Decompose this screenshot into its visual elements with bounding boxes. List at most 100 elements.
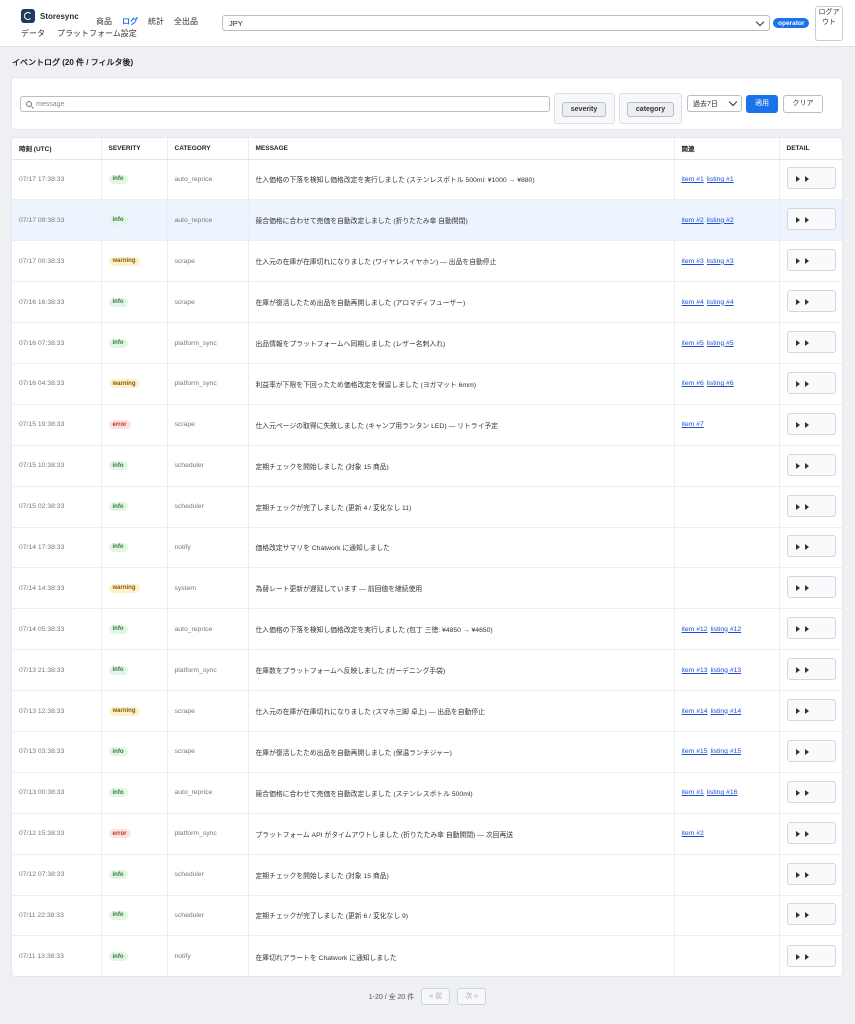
table-row: 07/11 22:38:33 info scheduler 定期チェックが完了しました… bbox=[12, 894, 842, 936]
clear-button[interactable]: クリア bbox=[783, 95, 823, 113]
cell-severity: info bbox=[101, 485, 168, 528]
table-row: 07/12 07:38:33 info scheduler 定期チェックを開始しました… bbox=[12, 853, 842, 896]
item-link[interactable]: item #3 bbox=[682, 258, 704, 265]
detail-toggle-button[interactable] bbox=[786, 862, 836, 885]
play-icon bbox=[804, 421, 809, 428]
listing-link[interactable]: listing #5 bbox=[707, 340, 734, 347]
listing-link[interactable]: listing #3 bbox=[707, 258, 734, 265]
nav-item-stats[interactable]: 統計 bbox=[148, 16, 164, 27]
nav-item-logs[interactable]: ログ bbox=[122, 16, 138, 27]
cell-category: auto_reprice bbox=[167, 199, 249, 241]
column-header-time[interactable]: 時刻 (UTC) bbox=[12, 138, 102, 160]
detail-toggle-button[interactable] bbox=[786, 821, 836, 844]
play-icon bbox=[804, 830, 809, 837]
detail-toggle-button[interactable] bbox=[786, 576, 836, 599]
detail-toggle-button[interactable] bbox=[786, 331, 836, 353]
item-link[interactable]: item #5 bbox=[682, 340, 704, 347]
item-link[interactable]: item #7 bbox=[682, 421, 704, 428]
next-page-button[interactable]: 次 » bbox=[457, 988, 487, 1005]
apply-button[interactable]: 適用 bbox=[746, 95, 778, 113]
detail-toggle-button[interactable] bbox=[786, 167, 836, 190]
item-link[interactable]: item #4 bbox=[682, 299, 704, 306]
severity-badge: info bbox=[108, 788, 128, 798]
item-link[interactable]: item #2 bbox=[682, 830, 704, 837]
cell-time: 07/13 03:38:33 bbox=[12, 730, 102, 773]
detail-toggle-button[interactable] bbox=[786, 617, 836, 640]
nav-item-platform-settings[interactable]: プラットフォーム設定 bbox=[57, 28, 137, 39]
detail-toggle-button[interactable] bbox=[786, 208, 836, 231]
play-icon bbox=[795, 708, 800, 715]
table-row: 07/13 03:38:33 info scrape 在庫が復活したため出品を自動再開… bbox=[12, 730, 842, 773]
nav-item-data[interactable]: データ bbox=[21, 28, 45, 39]
listing-link[interactable]: listing #4 bbox=[707, 299, 734, 306]
item-link[interactable]: item #14 bbox=[682, 708, 708, 715]
detail-toggle-button[interactable] bbox=[786, 290, 836, 313]
play-icon bbox=[795, 789, 800, 796]
column-header-severity[interactable]: SEVERITY bbox=[101, 138, 168, 160]
listing-link[interactable]: listing #15 bbox=[711, 748, 742, 755]
brand[interactable]: Storesync bbox=[21, 9, 79, 23]
detail-toggle-button[interactable] bbox=[786, 780, 836, 803]
severity-badge: info bbox=[108, 747, 128, 757]
cell-category: auto_reprice bbox=[167, 158, 249, 200]
severity-filter-button[interactable]: severity bbox=[562, 102, 606, 117]
listing-link[interactable]: listing #1 bbox=[707, 176, 734, 183]
cell-message: 在庫切れアラートを Chatwork に通知しました bbox=[248, 935, 675, 976]
detail-toggle-button[interactable] bbox=[786, 535, 836, 558]
listing-link[interactable]: listing #12 bbox=[711, 626, 742, 633]
prev-page-button[interactable]: « 前 bbox=[421, 988, 451, 1005]
cell-detail bbox=[779, 403, 842, 446]
table-row: 07/13 12:38:33 warning scrape 仕入元の在庫が在庫切れにな… bbox=[12, 690, 842, 732]
listing-link[interactable]: listing #16 bbox=[707, 789, 738, 796]
event-log-table-card: 時刻 (UTC) SEVERITY CATEGORY MESSAGE 関連 DE… bbox=[11, 137, 843, 977]
column-header-category[interactable]: CATEGORY bbox=[167, 138, 249, 160]
item-link[interactable]: item #6 bbox=[682, 380, 704, 387]
detail-toggle-button[interactable] bbox=[786, 371, 836, 394]
table-body: 07/17 17:38:33 info auto_reprice 仕入価格の下落を検知… bbox=[12, 158, 842, 976]
cell-related: item #4 listing #4 bbox=[674, 281, 780, 323]
cell-message: 競合価格に合わせて売価を自動改定しました (ステンレスボトル 500ml) bbox=[248, 771, 675, 814]
cell-related: item #15 listing #15 bbox=[674, 730, 780, 773]
listing-link[interactable]: listing #6 bbox=[707, 380, 734, 387]
item-link[interactable]: item #1 bbox=[682, 789, 704, 796]
search-input[interactable]: message bbox=[20, 96, 550, 112]
detail-toggle-button[interactable] bbox=[786, 453, 836, 476]
detail-toggle-button[interactable] bbox=[786, 903, 836, 926]
severity-badge: info bbox=[108, 174, 128, 184]
logout-button[interactable]: ログアウト bbox=[815, 6, 843, 41]
item-link[interactable]: item #12 bbox=[682, 626, 708, 633]
item-link[interactable]: item #15 bbox=[682, 748, 708, 755]
item-link[interactable]: item #2 bbox=[682, 217, 704, 224]
detail-toggle-button[interactable] bbox=[786, 249, 836, 272]
detail-toggle-button[interactable] bbox=[786, 944, 836, 967]
category-filter-box: category bbox=[619, 93, 682, 124]
currency-select[interactable]: JPY bbox=[222, 15, 770, 31]
cell-message: 出品情報をプラットフォームへ同期しました (レザー名刺入れ) bbox=[248, 322, 675, 364]
item-link[interactable]: item #1 bbox=[682, 176, 704, 183]
cell-category: scheduler bbox=[167, 485, 249, 528]
cell-detail bbox=[779, 730, 842, 773]
cell-related: item #7 bbox=[674, 403, 780, 446]
listing-link[interactable]: listing #2 bbox=[707, 217, 734, 224]
listing-link[interactable]: listing #14 bbox=[711, 708, 742, 715]
cell-category: system bbox=[167, 567, 249, 609]
period-select[interactable]: 過去7日 bbox=[687, 95, 742, 112]
cell-related: item #3 listing #3 bbox=[674, 240, 780, 282]
item-link[interactable]: item #13 bbox=[682, 667, 708, 674]
detail-toggle-button[interactable] bbox=[786, 739, 836, 762]
column-header-message[interactable]: MESSAGE bbox=[248, 138, 675, 160]
play-icon bbox=[804, 789, 809, 796]
nav-item-products[interactable]: 商品 bbox=[96, 16, 112, 27]
play-icon bbox=[804, 667, 809, 674]
detail-toggle-button[interactable] bbox=[786, 412, 836, 435]
detail-toggle-button[interactable] bbox=[786, 699, 836, 722]
nav-item-all-listings[interactable]: 全出品 bbox=[174, 16, 198, 27]
category-filter-button[interactable]: category bbox=[627, 102, 674, 117]
play-icon bbox=[795, 176, 800, 183]
detail-toggle-button[interactable] bbox=[786, 494, 836, 517]
cell-category: scrape bbox=[167, 730, 249, 773]
table-row: 07/14 17:38:33 info notify 価格改定サマリを Chatwor… bbox=[12, 526, 842, 568]
listing-link[interactable]: listing #13 bbox=[711, 667, 742, 674]
cell-severity: info bbox=[101, 158, 168, 200]
detail-toggle-button[interactable] bbox=[786, 658, 836, 681]
